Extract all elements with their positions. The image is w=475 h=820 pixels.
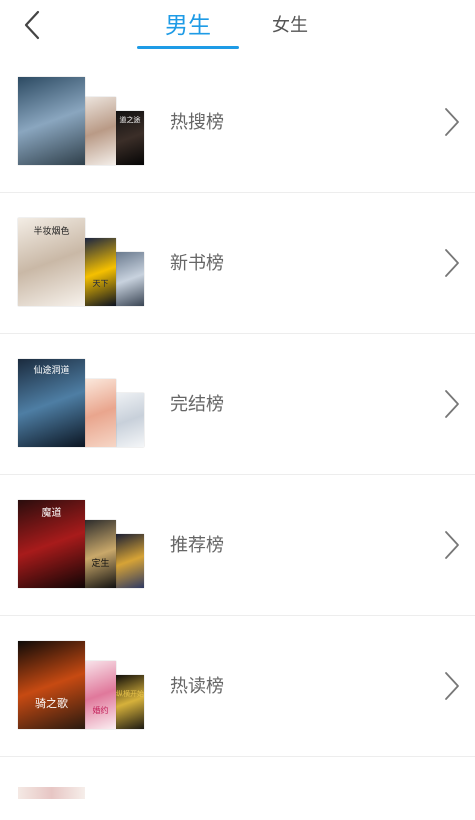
book-cover: 天下 [85,238,116,306]
cover-stack: 魔道 定生 [18,500,144,588]
chevron-right-icon[interactable] [441,529,461,561]
tab-female[interactable]: 女生 [258,8,322,44]
ranking-row-completed[interactable]: 仙途洞道 完结榜 [0,334,475,475]
book-cover: 仙途洞道 [18,359,85,447]
ranking-row-new-books[interactable]: 半妆烟色 天下 新书榜 [0,193,475,334]
book-cover: 魔道 [18,500,85,588]
cover-stack: 仙途洞道 [18,359,144,447]
book-cover [85,97,116,165]
book-cover [85,379,116,447]
book-cover [18,787,85,799]
book-cover [116,252,144,306]
ranking-row-recommended[interactable]: 魔道 定生 推荐榜 [0,475,475,616]
book-cover: 定生 [85,520,116,588]
ranking-label: 推荐榜 [170,535,224,556]
active-tab-indicator [137,46,239,49]
ranking-label: 完结榜 [170,394,224,415]
cover-stack: 道之途 [18,77,144,165]
book-cover: 半妆烟色 [18,218,85,306]
ranking-label: 新书榜 [170,253,224,274]
chevron-right-icon[interactable] [441,106,461,138]
book-cover [116,393,144,447]
chevron-right-icon[interactable] [441,670,461,702]
chevron-right-icon[interactable] [441,247,461,279]
top-bar: 男生 女生 [0,0,475,52]
book-cover: 骑之歌 [18,641,85,729]
book-cover [18,77,85,165]
ranking-row-hot-read[interactable]: 骑之歌 婚约 纵横开始 热读榜 [0,616,475,757]
ranking-row-hot-search[interactable]: 道之途 热搜榜 [0,52,475,193]
book-cover [116,534,144,588]
chevron-left-icon[interactable] [18,8,50,42]
tab-male[interactable]: 男生 [137,8,239,44]
cover-stack: 骑之歌 婚约 纵横开始 [18,641,144,729]
ranking-row-partial[interactable] [0,757,475,817]
book-cover: 道之途 [116,111,144,165]
book-cover: 纵横开始 [116,675,144,729]
ranking-label: 热读榜 [170,676,224,697]
book-cover: 婚约 [85,661,116,729]
ranking-label: 热搜榜 [170,112,224,133]
ranking-list: 道之途 热搜榜 半妆烟色 天下 新书榜 仙途洞道 完结榜 魔道 定生 推荐榜 骑… [0,52,475,817]
chevron-right-icon[interactable] [441,388,461,420]
cover-stack: 半妆烟色 天下 [18,218,144,306]
